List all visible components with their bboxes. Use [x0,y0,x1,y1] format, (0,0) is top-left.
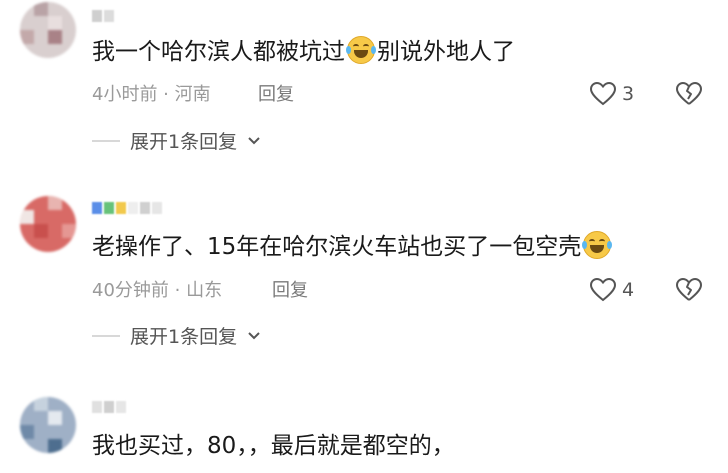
meta-separator: · [157,84,175,105]
chevron-down-icon [248,136,260,144]
divider-line [92,139,120,142]
expand-replies-button[interactable]: 展开1条回复 [92,127,261,154]
comment-text-part: 我也买过，80，，最后就是都空的， [92,433,455,459]
reply-button[interactable]: 回复 [272,279,308,303]
expand-replies-label: 展开1条回复 [130,326,238,348]
username-pixelated[interactable] [92,202,162,216]
heart-outline-icon [590,278,616,302]
comment-time: 40分钟前 [92,280,169,301]
reply-button[interactable]: 回复 [258,83,294,107]
comment-text: 我一个哈尔滨人都被坑过 别说外地人了 [92,36,515,67]
avatar[interactable] [20,196,76,252]
chevron-down-icon [248,331,260,339]
comment-text: 老操作了、15年在哈尔滨火车站也买了一包空壳 [92,231,613,262]
comment-text: 我也买过，80，，最后就是都空的， [92,431,455,461]
broken-heart-icon [676,278,702,301]
broken-heart-icon [676,82,702,105]
dislike-button[interactable] [676,278,702,306]
avatar[interactable] [20,2,76,58]
username-pixelated[interactable] [92,10,114,24]
like-button[interactable]: 3 [590,82,634,106]
comment-location: 河南 [174,84,211,105]
laugh-cry-emoji [346,36,376,64]
comment-location: 山东 [186,280,223,301]
comment-text-part: 我一个哈尔滨人都被坑过 [92,39,345,65]
comment-item: 我也买过，80，，最后就是都空的， [0,385,728,473]
comment-item: 老操作了、15年在哈尔滨火车站也买了一包空壳 40分钟前 · 山东 回复 4 展… [0,190,728,365]
comment-item: 我一个哈尔滨人都被坑过 别说外地人了 4小时前 · 河南 回复 3 展开1条回复 [0,0,728,175]
like-button[interactable]: 4 [590,278,634,302]
comment-text-part: 老操作了、15年在哈尔滨火车站也买了一包空壳 [92,234,582,260]
heart-outline-icon [590,82,616,106]
meta-separator: · [168,280,187,301]
divider-line [92,334,120,337]
laugh-cry-emoji [582,231,613,259]
comment-text-part: 别说外地人了 [377,39,515,65]
avatar[interactable] [20,397,76,453]
like-count: 3 [622,83,635,105]
comment-time: 4小时前 [92,84,158,105]
like-count: 4 [622,279,635,301]
comment-meta: 40分钟前 · 山东 [92,279,222,303]
comment-meta: 4小时前 · 河南 [92,83,211,107]
expand-replies-button[interactable]: 展开1条回复 [92,322,261,349]
username-pixelated[interactable] [92,401,126,415]
dislike-button[interactable] [676,82,702,110]
expand-replies-label: 展开1条回复 [130,131,238,153]
